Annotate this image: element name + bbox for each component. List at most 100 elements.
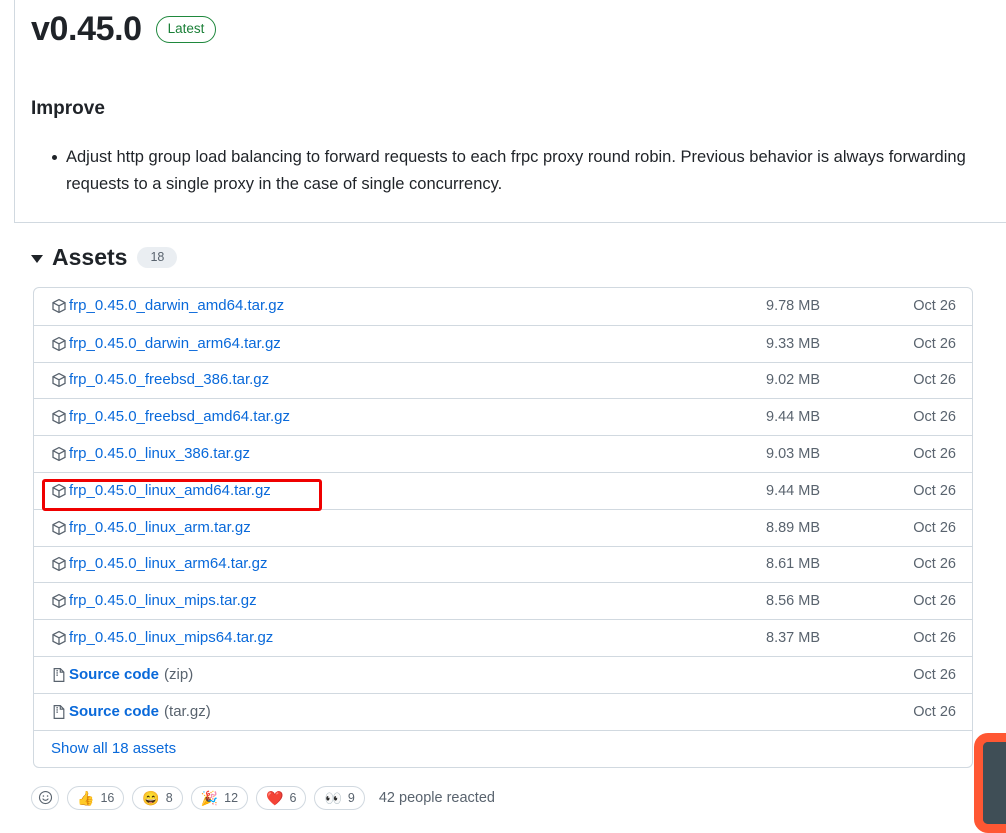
table-row-highlighted[interactable]: frp_0.45.0_linux_amd64.tar.gz 9.44 MB Oc… [34, 471, 972, 509]
asset-size: 8.89 MB [766, 519, 820, 536]
assets-header[interactable]: Assets 18 [31, 240, 976, 274]
asset-date: Oct 26 [913, 372, 956, 389]
asset-name-cell: frp_0.45.0_darwin_arm64.tar.gz [51, 334, 686, 354]
asset-size: 9.78 MB [766, 298, 820, 315]
asset-link[interactable]: frp_0.45.0_linux_mips.tar.gz [69, 591, 257, 611]
eyes-icon: 👀 [324, 790, 342, 806]
package-icon [51, 593, 67, 609]
asset-format-suffix: (zip) [164, 665, 194, 683]
release-note-item: Adjust http group load balancing to forw… [31, 144, 976, 198]
package-icon [51, 483, 67, 499]
asset-name-cell: Source code (zip) [51, 665, 686, 685]
package-icon [51, 520, 67, 536]
asset-link[interactable]: Source code [69, 702, 159, 722]
asset-name-cell: frp_0.45.0_linux_mips.tar.gz [51, 591, 686, 611]
asset-link[interactable]: frp_0.45.0_linux_arm.tar.gz [69, 518, 251, 538]
asset-date: Oct 26 [913, 703, 956, 720]
asset-link[interactable]: frp_0.45.0_linux_amd64.tar.gz [69, 481, 271, 501]
package-icon [51, 556, 67, 572]
table-row[interactable]: frp_0.45.0_linux_arm.tar.gz 8.89 MB Oct … [34, 508, 972, 546]
hooray-icon: 🎉 [200, 790, 219, 806]
asset-date: Oct 26 [913, 482, 956, 499]
package-icon [51, 409, 67, 425]
assets-section: Assets 18 frp_0.45.0_darwin_amd64.tar.gz… [31, 240, 976, 768]
table-row[interactable]: frp_0.45.0_darwin_amd64.tar.gz 9.78 MB O… [34, 288, 972, 325]
release-version-title: v0.45.0 [31, 10, 142, 48]
asset-size: 9.33 MB [766, 335, 820, 352]
assets-list: frp_0.45.0_darwin_amd64.tar.gz 9.78 MB O… [33, 287, 973, 768]
release-page: v0.45.0 Latest Improve Adjust http group… [0, 0, 1006, 833]
asset-name-cell: frp_0.45.0_linux_386.tar.gz [51, 444, 686, 464]
table-row[interactable]: Source code (zip) Oct 26 [34, 655, 972, 693]
asset-name-cell: frp_0.45.0_linux_arm64.tar.gz [51, 554, 686, 574]
package-icon [51, 298, 67, 314]
asset-name-cell: frp_0.45.0_linux_mips64.tar.gz [51, 628, 686, 648]
table-row[interactable]: frp_0.45.0_linux_mips.tar.gz 8.56 MB Oct… [34, 582, 972, 619]
asset-size: 8.61 MB [766, 556, 820, 573]
table-row[interactable]: frp_0.45.0_linux_mips64.tar.gz 8.37 MB O… [34, 619, 972, 656]
asset-size: 9.44 MB [766, 409, 820, 426]
asset-name-cell: Source code (tar.gz) [51, 702, 686, 722]
asset-link[interactable]: frp_0.45.0_darwin_arm64.tar.gz [69, 334, 281, 354]
asset-size: 9.03 MB [766, 446, 820, 463]
table-row[interactable]: frp_0.45.0_darwin_arm64.tar.gz 9.33 MB O… [34, 324, 972, 362]
chevron-down-icon[interactable] [31, 254, 43, 263]
asset-link[interactable]: Source code [69, 665, 159, 685]
release-body: v0.45.0 Latest Improve Adjust http group… [31, 0, 976, 198]
asset-date: Oct 26 [913, 446, 956, 463]
add-reaction-button[interactable] [31, 786, 59, 810]
release-notes-heading: Improve [31, 98, 105, 119]
asset-size: 8.56 MB [766, 593, 820, 610]
overlay-panel[interactable] [974, 733, 1006, 833]
asset-link[interactable]: frp_0.45.0_freebsd_amd64.tar.gz [69, 407, 290, 427]
asset-format-suffix: (tar.gz) [164, 702, 211, 720]
timeline-rail [14, 0, 15, 222]
reaction-count: 6 [289, 791, 297, 805]
reaction-heart[interactable]: ❤️ 6 [256, 786, 307, 810]
table-row[interactable]: frp_0.45.0_linux_arm64.tar.gz 8.61 MB Oc… [34, 545, 972, 583]
package-icon [51, 372, 67, 388]
package-icon [51, 336, 67, 352]
asset-size: 8.37 MB [766, 630, 820, 647]
reactions-bar: 👍 16 😄 8 🎉 12 ❤️ 6 👀 9 42 people reacted [31, 786, 495, 810]
table-row[interactable]: frp_0.45.0_freebsd_amd64.tar.gz 9.44 MB … [34, 398, 972, 435]
show-all-assets-link[interactable]: Show all 18 assets [51, 740, 176, 757]
reaction-hooray[interactable]: 🎉 12 [190, 786, 249, 810]
asset-date: Oct 26 [913, 409, 956, 426]
asset-name-cell: frp_0.45.0_linux_amd64.tar.gz [51, 481, 686, 501]
asset-date: Oct 26 [913, 666, 956, 683]
table-row[interactable]: frp_0.45.0_freebsd_386.tar.gz 9.02 MB Oc… [34, 361, 972, 399]
latest-badge: Latest [155, 15, 217, 43]
asset-date: Oct 26 [913, 556, 956, 573]
section-divider [14, 222, 1006, 223]
show-all-assets-row[interactable]: Show all 18 assets [34, 729, 972, 767]
smiley-add-icon [38, 790, 53, 807]
reaction-eyes[interactable]: 👀 9 [314, 786, 365, 810]
asset-date: Oct 26 [913, 335, 956, 352]
overlay-panel-body [983, 742, 1006, 824]
asset-link[interactable]: frp_0.45.0_linux_arm64.tar.gz [69, 554, 267, 574]
release-title-row: v0.45.0 Latest [31, 0, 976, 50]
reactions-summary: 42 people reacted [378, 790, 495, 806]
asset-date: Oct 26 [913, 298, 956, 315]
asset-link[interactable]: frp_0.45.0_darwin_amd64.tar.gz [69, 296, 284, 316]
table-row[interactable]: Source code (tar.gz) Oct 26 [34, 692, 972, 730]
asset-date: Oct 26 [913, 519, 956, 536]
release-notes-list: Adjust http group load balancing to forw… [31, 144, 976, 198]
asset-name-cell: frp_0.45.0_freebsd_amd64.tar.gz [51, 407, 686, 427]
reaction-count: 9 [347, 791, 355, 805]
thumbs-up-icon: 👍 [77, 790, 95, 806]
asset-size: 9.02 MB [766, 372, 820, 389]
asset-date: Oct 26 [913, 593, 956, 610]
laugh-icon: 😄 [142, 790, 160, 806]
reaction-laugh[interactable]: 😄 8 [132, 786, 183, 810]
assets-title: Assets [52, 244, 128, 270]
assets-count-badge: 18 [137, 246, 178, 268]
reaction-count: 8 [165, 791, 173, 805]
reaction-count: 12 [224, 791, 239, 805]
table-row[interactable]: frp_0.45.0_linux_386.tar.gz 9.03 MB Oct … [34, 435, 972, 472]
reaction-thumbs-up[interactable]: 👍 16 [67, 786, 125, 810]
asset-link[interactable]: frp_0.45.0_linux_mips64.tar.gz [69, 628, 273, 648]
asset-link[interactable]: frp_0.45.0_linux_386.tar.gz [69, 444, 250, 464]
asset-link[interactable]: frp_0.45.0_freebsd_386.tar.gz [69, 370, 269, 390]
